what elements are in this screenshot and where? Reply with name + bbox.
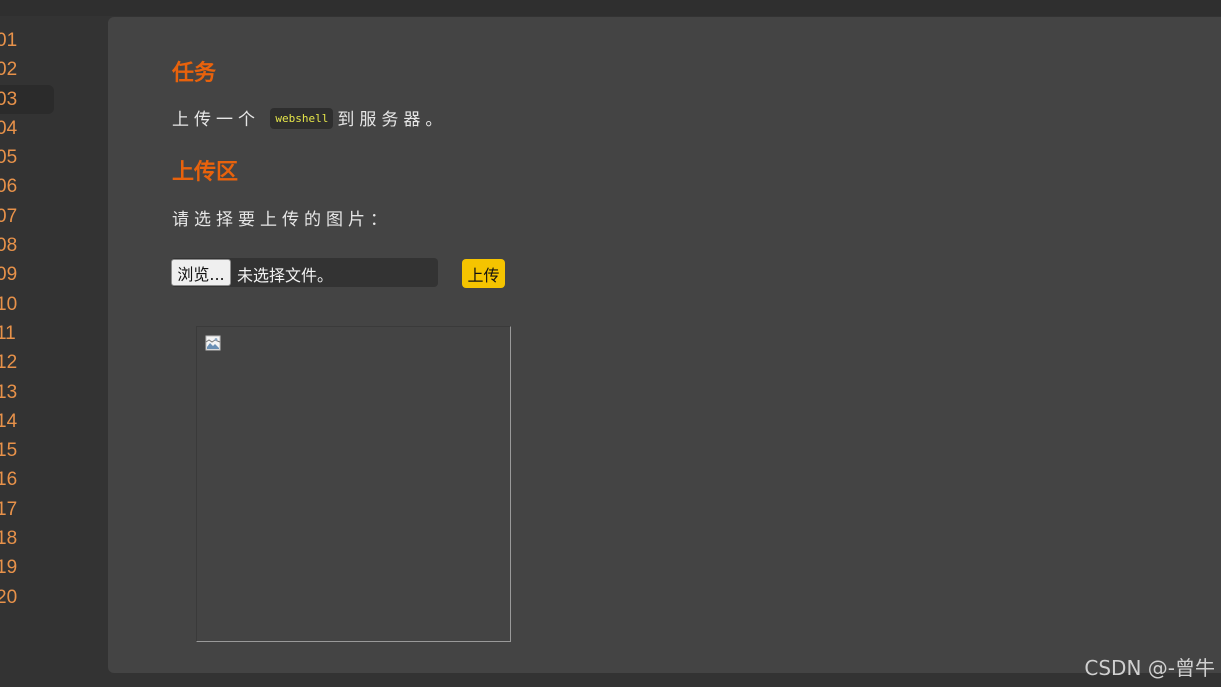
sidebar-item-19[interactable]: 19 [0, 553, 60, 582]
sidebar-item-01[interactable]: 01 [0, 26, 60, 55]
upload-button[interactable]: 上传 [462, 259, 505, 288]
watermark: CSDN @-曾牛 [1084, 656, 1215, 680]
task-description: 上传一个 webshell 到服务器。 [172, 105, 447, 131]
upload-heading: 上传区 [172, 160, 239, 185]
sidebar-item-15[interactable]: 15 [0, 436, 60, 465]
sidebar-item-06[interactable]: 06 [0, 172, 60, 201]
image-preview [196, 326, 511, 642]
main-panel: 任务 上传一个 webshell 到服务器。 上传区 请选择要上传的图片： 浏览.… [108, 17, 1221, 673]
sidebar-item-14[interactable]: 14 [0, 407, 60, 436]
sidebar-item-02[interactable]: 02 [0, 55, 60, 84]
top-bar [0, 0, 1221, 16]
task-heading: 任务 [172, 61, 217, 86]
sidebar-item-17[interactable]: 17 [0, 495, 60, 524]
task-text-before: 上传一个 [172, 110, 260, 130]
browse-button[interactable]: 浏览... [171, 259, 231, 286]
sidebar-item-18[interactable]: 18 [0, 524, 60, 553]
file-status: 未选择文件。 [237, 266, 334, 285]
broken-image-icon [205, 335, 221, 351]
sidebar-item-03[interactable]: 03 [0, 84, 54, 114]
sidebar-item-13[interactable]: 13 [0, 378, 60, 407]
task-text-after: 到服务器。 [337, 110, 448, 130]
sidebar-item-16[interactable]: 16 [0, 465, 60, 494]
sidebar-item-12[interactable]: 12 [0, 348, 60, 377]
sidebar-item-11[interactable]: 11 [0, 319, 60, 348]
code-snippet: webshell [270, 107, 334, 129]
sidebar-item-07[interactable]: 07 [0, 202, 60, 231]
sidebar-item-10[interactable]: 10 [0, 290, 60, 319]
sidebar-item-05[interactable]: 05 [0, 143, 60, 172]
sidebar-item-20[interactable]: 20 [0, 583, 60, 612]
sidebar-item-04[interactable]: 04 [0, 114, 60, 143]
sidebar-nav: 0102030405060708091011121314151617181920 [0, 26, 60, 612]
file-input[interactable]: 浏览... 未选择文件。 [171, 258, 438, 287]
sidebar-item-08[interactable]: 08 [0, 231, 60, 260]
upload-prompt: 请选择要上传的图片： [172, 210, 392, 230]
sidebar-item-09[interactable]: 09 [0, 260, 60, 289]
